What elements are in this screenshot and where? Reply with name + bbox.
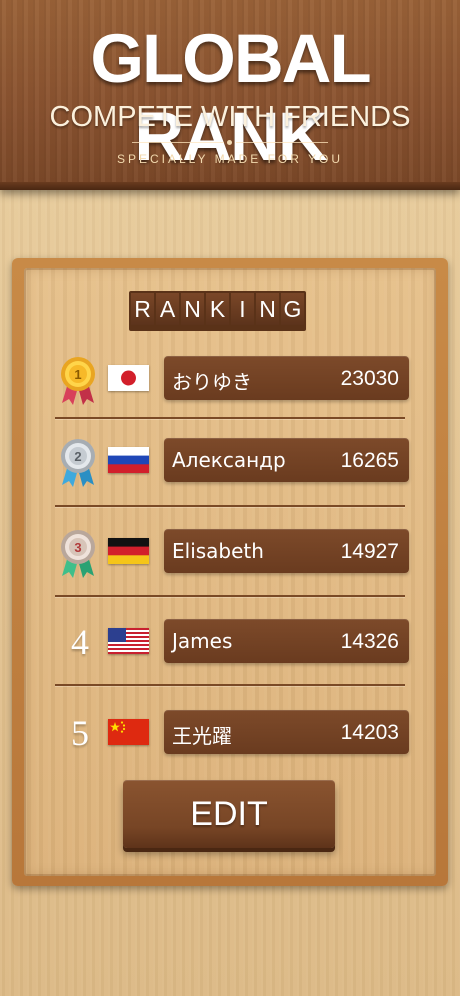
player-name: Elisabeth	[172, 539, 264, 563]
rank-number: 5	[71, 713, 89, 753]
player-name: 王光躍	[172, 724, 232, 748]
divider-dot	[227, 140, 232, 145]
player-score: 14326	[340, 630, 399, 653]
page-subtitle: COMPETE WITH FRIENDS	[49, 101, 411, 133]
row-separator	[55, 505, 405, 507]
bronze-medal-icon: 3	[61, 530, 95, 578]
player-entry[interactable]: Александр 16265	[164, 438, 409, 482]
ranking-letter: A	[156, 293, 179, 325]
row-separator	[55, 417, 405, 419]
ranking-letter: I	[231, 293, 254, 325]
gold-medal-icon: 1	[61, 357, 95, 405]
japan-flag-icon	[108, 365, 149, 391]
leaderboard-row: 3 Elisabeth 14927	[0, 529, 460, 578]
silver-medal-icon: 2	[61, 439, 95, 487]
usa-flag-icon	[108, 628, 149, 654]
player-entry[interactable]: Elisabeth 14927	[164, 529, 409, 573]
player-score: 14927	[340, 540, 399, 563]
russia-flag-icon	[108, 447, 149, 473]
ranking-letter: R	[131, 293, 154, 325]
ranking-letter: G	[281, 293, 304, 325]
header-banner: GLOBAL RANK COMPETE WITH FRIENDS SPECIAL…	[0, 0, 460, 190]
china-flag-icon	[108, 719, 149, 745]
tagline: SPECIALLY MADE FOR YOU	[116, 152, 344, 166]
divider-left	[132, 142, 224, 143]
leaderboard-row: 4 James 14326	[0, 619, 460, 663]
ranking-letter: N	[256, 293, 279, 325]
leaderboard-row: 5 王光躍 14203	[0, 710, 460, 754]
ranking-letter: N	[181, 293, 204, 325]
player-entry[interactable]: James 14326	[164, 619, 409, 663]
svg-text:2: 2	[74, 449, 81, 464]
player-entry[interactable]: おりゆき 23030	[164, 356, 409, 400]
player-name: Александр	[172, 448, 286, 472]
germany-flag-icon	[108, 538, 149, 564]
player-score: 23030	[340, 367, 399, 390]
svg-text:1: 1	[74, 367, 81, 382]
ranking-heading: R A N K I N G	[129, 291, 306, 331]
player-name: おりゆき	[172, 370, 252, 394]
leaderboard-row: 2 Александр 16265	[0, 438, 460, 487]
divider-right	[236, 142, 328, 143]
svg-text:3: 3	[74, 540, 81, 555]
leaderboard-row: 1 おりゆき 23030	[0, 356, 460, 405]
ranking-letter: K	[206, 293, 229, 325]
rank-number: 4	[71, 622, 89, 662]
player-score: 14203	[340, 721, 399, 744]
player-name: James	[172, 629, 233, 653]
row-separator	[55, 595, 405, 597]
player-score: 16265	[340, 449, 399, 472]
edit-button[interactable]: EDIT	[123, 780, 335, 848]
player-entry[interactable]: 王光躍 14203	[164, 710, 409, 754]
row-separator	[55, 684, 405, 686]
